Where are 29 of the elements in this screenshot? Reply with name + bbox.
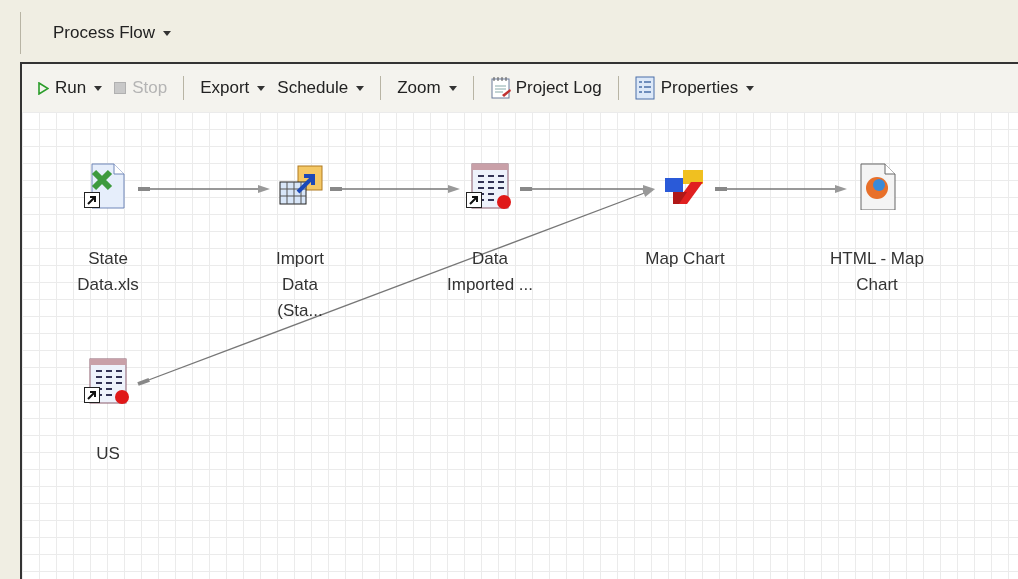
- node-label: State Data.xls: [76, 248, 140, 296]
- connector-arrow[interactable]: [520, 185, 655, 193]
- play-icon: [38, 81, 49, 95]
- caret-icon: [448, 85, 457, 91]
- run-button[interactable]: Run: [34, 75, 107, 101]
- node-label: US: [95, 443, 121, 465]
- menu-button[interactable]: Export: [196, 75, 270, 101]
- list-icon: [634, 76, 655, 100]
- caret-icon: [746, 85, 755, 91]
- log-button[interactable]: Project Log: [485, 75, 606, 101]
- caret-icon: [257, 85, 266, 91]
- notepad-icon: [489, 76, 512, 100]
- node-label: Data Imported ...: [446, 248, 534, 296]
- connector-arrow[interactable]: [330, 185, 460, 193]
- connector-arrow[interactable]: [138, 185, 270, 193]
- node-label: Map Chart: [644, 248, 726, 270]
- process-flow-menu[interactable]: Process Flow: [53, 20, 172, 46]
- caret-icon: [356, 85, 365, 91]
- menu-button[interactable]: Zoom: [393, 75, 461, 101]
- properties-button[interactable]: Properties: [630, 75, 759, 101]
- stop-icon: [114, 82, 127, 94]
- node-label: Import Data (Sta...: [274, 248, 326, 322]
- data-table-icon[interactable]: [84, 357, 132, 405]
- node-label: HTML - Map Chart: [829, 248, 925, 296]
- caret-icon: [163, 30, 172, 36]
- menu-button[interactable]: Schedule: [273, 75, 369, 101]
- data-table-icon[interactable]: [466, 162, 514, 210]
- connector-arrow[interactable]: [715, 185, 847, 193]
- caret-icon: [94, 85, 103, 91]
